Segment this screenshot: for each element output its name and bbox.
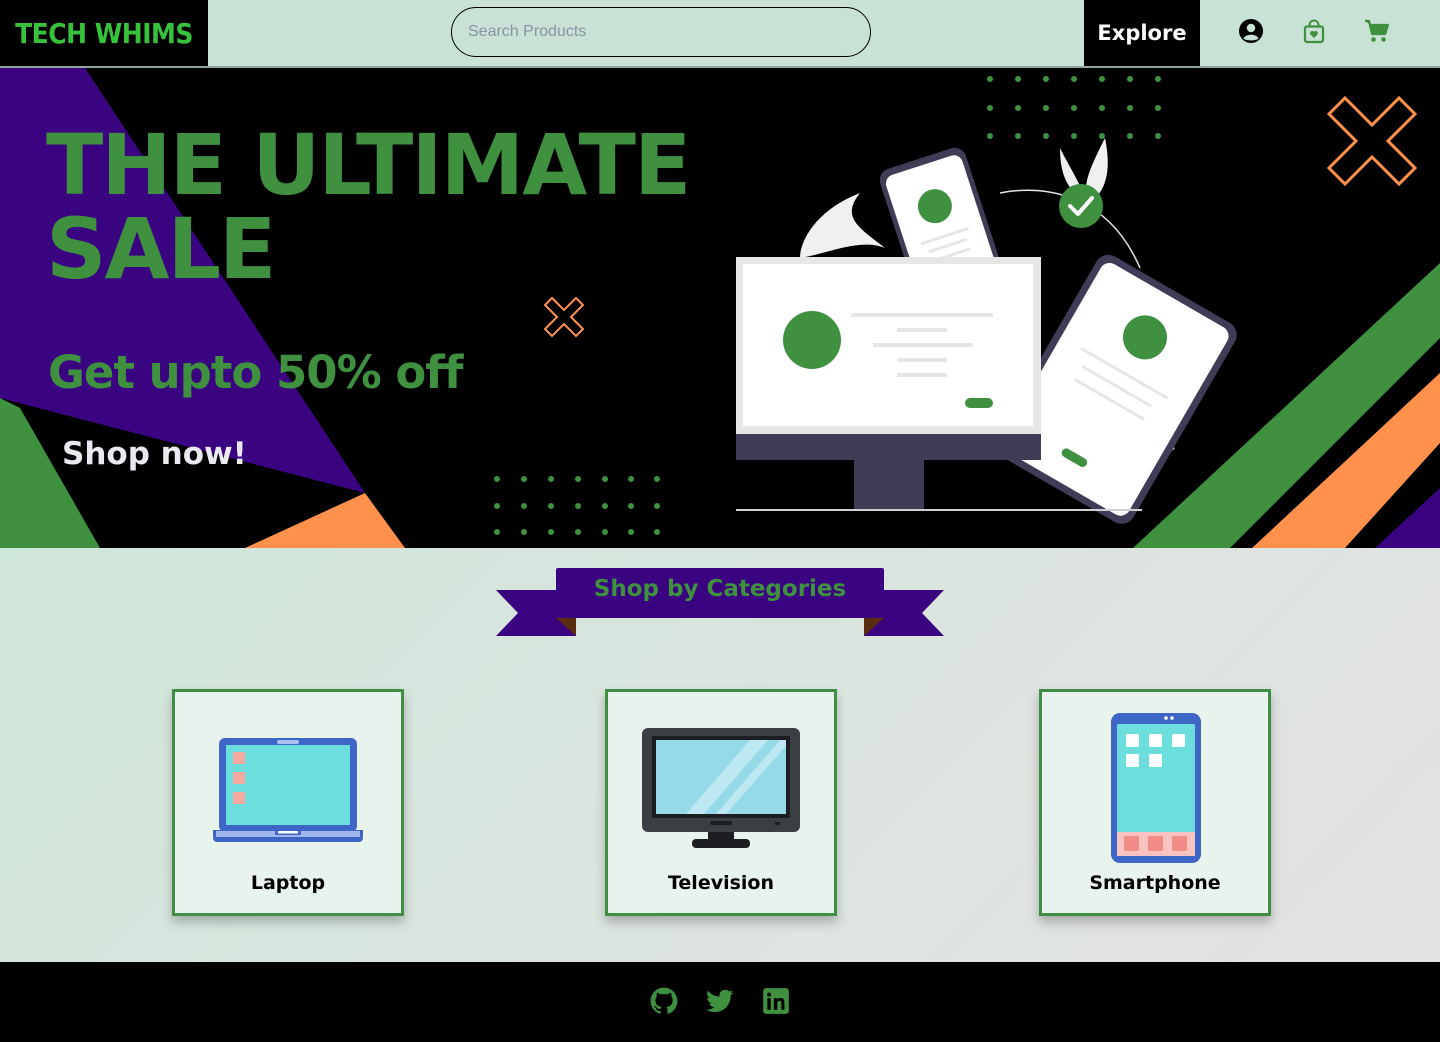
smartphone-icon	[1111, 713, 1201, 863]
banner-title-line2: SALE	[46, 200, 276, 298]
hero-banner: THE ULTIMATE SALE Get upto 50% off Shop …	[0, 68, 1440, 548]
categories-section: Shop by Categories Laptop Television Sma…	[0, 548, 1440, 962]
category-label-smartphone: Smartphone	[1089, 872, 1221, 894]
logo[interactable]: TECH WHIMS	[0, 0, 208, 66]
explore-button[interactable]: Explore	[1084, 0, 1200, 66]
cart-icon[interactable]	[1364, 18, 1390, 44]
twitter-icon[interactable]	[706, 987, 734, 1015]
laptop-icon	[213, 738, 363, 842]
category-label-television: Television	[667, 872, 775, 894]
linkedin-icon[interactable]	[762, 987, 790, 1015]
category-card-smartphone[interactable]: Smartphone	[1039, 689, 1271, 916]
category-card-laptop[interactable]: Laptop	[172, 689, 404, 916]
category-label-laptop: Laptop	[250, 872, 326, 894]
logo-text: TECH WHIMS	[15, 17, 193, 49]
categories-heading: Shop by Categories	[593, 576, 847, 602]
github-icon[interactable]	[650, 987, 678, 1015]
category-card-television[interactable]: Television	[605, 689, 837, 916]
television-icon	[642, 728, 800, 848]
search-input[interactable]	[451, 7, 871, 57]
shop-now-link[interactable]: Shop now!	[62, 436, 247, 472]
shopping-bag-icon[interactable]	[1301, 18, 1327, 44]
banner-subtitle: Get upto 50% off	[48, 346, 463, 399]
footer	[0, 962, 1440, 1042]
top-navbar: TECH WHIMS Explore	[0, 0, 1440, 68]
user-icon[interactable]	[1238, 18, 1264, 44]
banner-title: THE ULTIMATE SALE	[46, 123, 691, 291]
